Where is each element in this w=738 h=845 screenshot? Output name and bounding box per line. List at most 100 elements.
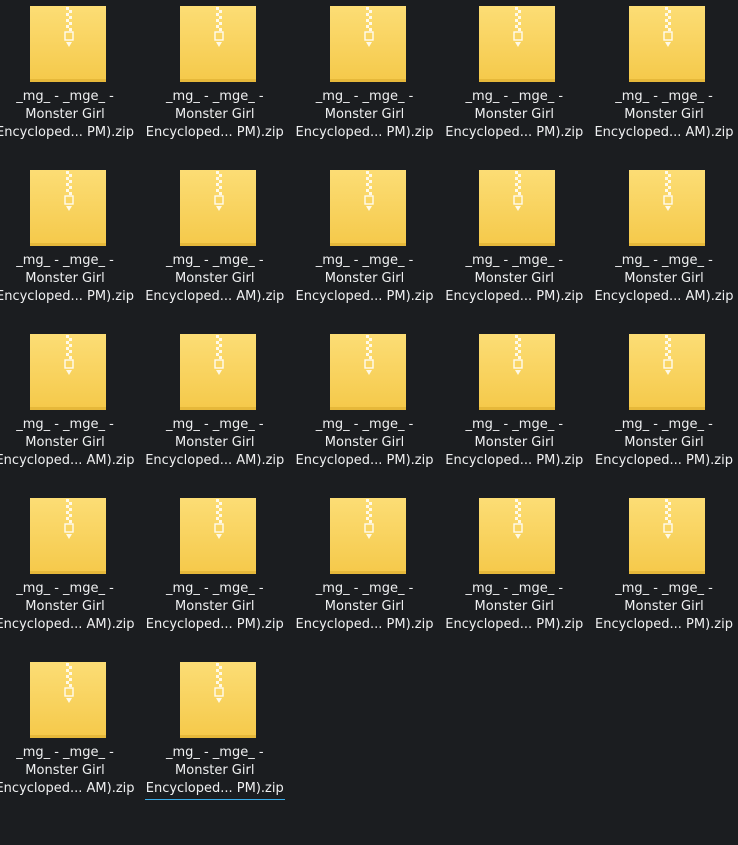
file-name-line1: _mg_ - _mge_ - (165, 253, 264, 268)
file-name-line2: Monster Girl (324, 599, 405, 614)
zip-archive-icon (179, 170, 256, 246)
zip-archive-icon (179, 662, 256, 738)
file-item[interactable]: _mg_ - _mge_ - Monster Girl Encycloped..… (439, 328, 589, 488)
file-name-line1: _mg_ - _mge_ - (165, 745, 264, 760)
file-item[interactable]: _mg_ - _mge_ - Monster Girl Encycloped..… (0, 656, 140, 816)
file-name-line3: Encycloped... PM).zip (445, 453, 584, 468)
file-name-line2: Monster Girl (624, 107, 704, 122)
file-name-line1: _mg_ - _mge_ - (465, 253, 564, 268)
file-name-line3: Encycloped... AM).zip (0, 617, 135, 632)
file-name-line3: Encycloped... AM).zip (145, 289, 285, 304)
zip-archive-icon (30, 662, 106, 738)
file-item[interactable]: _mg_ - _mge_ - Monster Girl Encycloped..… (0, 328, 140, 488)
file-name-line3: Encycloped... PM).zip (445, 617, 584, 632)
file-name: _mg_ - _mge_ - Monster Girl Encycloped..… (589, 416, 738, 470)
file-name-line1: _mg_ - _mge_ - (315, 581, 414, 596)
file-item[interactable]: _mg_ - _mge_ - Monster Girl Encycloped..… (290, 164, 440, 324)
file-name: _mg_ - _mge_ - Monster Girl Encycloped..… (439, 416, 589, 470)
zip-archive-icon (329, 6, 406, 82)
file-name-line3: Encycloped... PM).zip (145, 125, 284, 140)
zip-archive-icon (329, 334, 406, 410)
file-name-line2: Monster Girl (324, 271, 405, 286)
file-name-line1: _mg_ - _mge_ - (165, 417, 264, 432)
file-name: _mg_ - _mge_ - Monster Girl Encycloped..… (0, 252, 140, 306)
file-item[interactable]: _mg_ - _mge_ - Monster Girl Encycloped..… (290, 0, 440, 160)
file-name-line2: Monster Girl (25, 107, 105, 122)
file-item[interactable]: _mg_ - _mge_ - Monster Girl Encycloped..… (0, 0, 140, 160)
file-name: _mg_ - _mge_ - Monster Girl Encycloped..… (140, 744, 290, 800)
file-name-line2: Monster Girl (324, 107, 405, 122)
file-item[interactable]: _mg_ - _mge_ - Monster Girl Encycloped..… (0, 492, 140, 652)
file-name: _mg_ - _mge_ - Monster Girl Encycloped..… (439, 252, 589, 306)
file-name-line2: Monster Girl (175, 763, 255, 778)
file-name: _mg_ - _mge_ - Monster Girl Encycloped..… (0, 416, 140, 470)
zip-archive-icon (30, 6, 106, 82)
file-name-line3: Encycloped... PM).zip (295, 125, 434, 140)
file-name-line1: _mg_ - _mge_ - (165, 581, 264, 596)
file-name-line2: Monster Girl (25, 435, 105, 450)
file-item[interactable]: _mg_ - _mge_ - Monster Girl Encycloped..… (589, 328, 738, 488)
file-item[interactable]: _mg_ - _mge_ - Monster Girl Encycloped..… (140, 492, 290, 652)
zip-archive-icon (629, 6, 705, 82)
file-name: _mg_ - _mge_ - Monster Girl Encycloped..… (140, 252, 290, 306)
zip-archive-icon (30, 170, 106, 246)
file-name-line1: _mg_ - _mge_ - (16, 417, 114, 432)
file-item[interactable]: _mg_ - _mge_ - Monster Girl Encycloped..… (589, 0, 738, 160)
zip-archive-icon (179, 334, 256, 410)
file-name-line2: Monster Girl (474, 435, 554, 450)
file-name-line3: Encycloped... AM).zip (594, 125, 734, 140)
file-name: _mg_ - _mge_ - Monster Girl Encycloped..… (140, 88, 290, 142)
file-item[interactable]: _mg_ - _mge_ - Monster Girl Encycloped..… (439, 0, 589, 160)
file-item[interactable]: _mg_ - _mge_ - Monster Girl Encycloped..… (589, 164, 738, 324)
file-name-line2: Monster Girl (474, 107, 554, 122)
file-name-line3: Encycloped... PM).zip (595, 453, 733, 468)
file-name-line3: Encycloped... PM).zip (144, 780, 285, 800)
file-name-line1: _mg_ - _mge_ - (16, 253, 114, 268)
file-name-line1: _mg_ - _mge_ - (315, 253, 414, 268)
file-item[interactable]: _mg_ - _mge_ - Monster Girl Encycloped..… (140, 0, 290, 160)
file-name-line3: Encycloped... PM).zip (295, 617, 434, 632)
file-name-line1: _mg_ - _mge_ - (615, 417, 713, 432)
file-name-line3: Encycloped... AM).zip (145, 453, 285, 468)
file-name-line2: Monster Girl (175, 599, 255, 614)
file-name: _mg_ - _mge_ - Monster Girl Encycloped..… (439, 580, 589, 634)
file-name-line2: Monster Girl (474, 271, 554, 286)
file-item[interactable]: _mg_ - _mge_ - Monster Girl Encycloped..… (439, 492, 589, 652)
file-name-line1: _mg_ - _mge_ - (615, 253, 713, 268)
file-name-line1: _mg_ - _mge_ - (315, 417, 414, 432)
file-name-line2: Monster Girl (175, 435, 255, 450)
file-name: _mg_ - _mge_ - Monster Girl Encycloped..… (290, 88, 440, 142)
file-name-line3: Encycloped... PM).zip (445, 289, 584, 304)
file-name-line3: Encycloped... PM).zip (0, 289, 134, 304)
file-name: _mg_ - _mge_ - Monster Girl Encycloped..… (439, 88, 589, 142)
file-name-line2: Monster Girl (25, 599, 105, 614)
file-name-line1: _mg_ - _mge_ - (16, 745, 114, 760)
zip-archive-icon (479, 6, 556, 82)
file-name-line2: Monster Girl (25, 271, 105, 286)
file-item[interactable]: _mg_ - _mge_ - Monster Girl Encycloped..… (290, 492, 440, 652)
zip-archive-icon (479, 334, 556, 410)
file-name: _mg_ - _mge_ - Monster Girl Encycloped..… (0, 580, 140, 634)
file-name-line2: Monster Girl (624, 271, 704, 286)
file-item[interactable]: _mg_ - _mge_ - Monster Girl Encycloped..… (0, 164, 140, 324)
file-name-line2: Monster Girl (175, 271, 255, 286)
file-item[interactable]: _mg_ - _mge_ - Monster Girl Encycloped..… (589, 492, 738, 652)
zip-archive-icon (179, 498, 256, 574)
file-item[interactable]: _mg_ - _mge_ - Monster Girl Encycloped..… (140, 328, 290, 488)
file-item[interactable]: _mg_ - _mge_ - Monster Girl Encycloped..… (439, 164, 589, 324)
file-name-line1: _mg_ - _mge_ - (615, 89, 713, 104)
zip-archive-icon (629, 334, 705, 410)
file-name-line2: Monster Girl (624, 435, 704, 450)
zip-archive-icon (329, 170, 406, 246)
file-item[interactable]: _mg_ - _mge_ - Monster Girl Encycloped..… (140, 164, 290, 324)
file-name: _mg_ - _mge_ - Monster Girl Encycloped..… (589, 580, 738, 634)
file-name-line3: Encycloped... PM).zip (445, 125, 584, 140)
file-item[interactable]: _mg_ - _mge_ - Monster Girl Encycloped..… (140, 656, 290, 816)
file-name-line1: _mg_ - _mge_ - (315, 89, 414, 104)
zip-archive-icon (329, 498, 406, 574)
file-item[interactable]: _mg_ - _mge_ - Monster Girl Encycloped..… (290, 328, 440, 488)
file-grid: _mg_ - _mge_ - Monster Girl Encycloped..… (0, 0, 738, 845)
file-name-line2: Monster Girl (474, 599, 554, 614)
file-name-line3: Encycloped... PM).zip (0, 125, 134, 140)
zip-archive-icon (30, 498, 106, 574)
